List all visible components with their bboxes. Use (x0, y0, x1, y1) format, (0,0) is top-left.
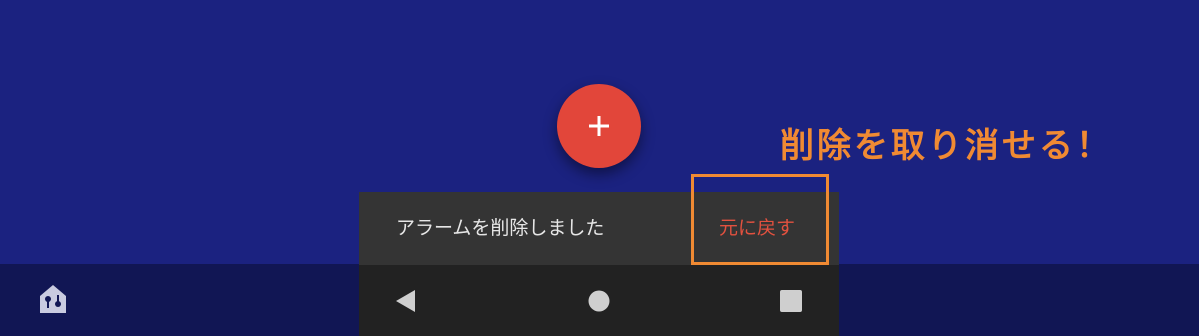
app-screen: 削除を取り消せる！ アラームを削除しました 元に戻す (0, 0, 1199, 336)
system-navigation-bar (359, 265, 839, 336)
add-alarm-button[interactable] (557, 84, 641, 168)
undo-button[interactable]: 元に戻す (719, 192, 795, 265)
plus-icon (589, 116, 609, 136)
undo-annotation: 削除を取り消せる！ (780, 126, 1113, 166)
home-circle-icon[interactable] (585, 287, 613, 315)
snackbar-message: アラームを削除しました (396, 217, 605, 239)
recents-icon[interactable] (777, 287, 805, 315)
snackbar: アラームを削除しました 元に戻す (359, 192, 839, 265)
home-icon[interactable] (36, 282, 70, 316)
back-icon[interactable] (391, 287, 419, 315)
